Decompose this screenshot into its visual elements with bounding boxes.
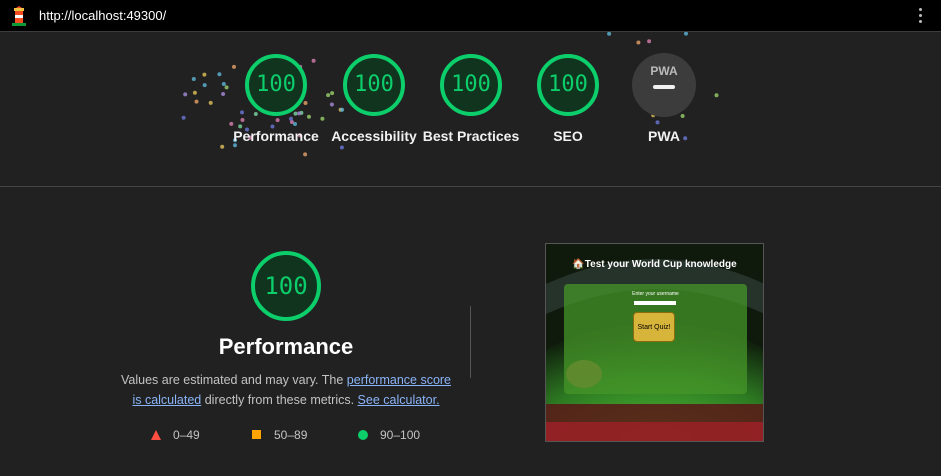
gauge-label-performance: Performance	[233, 128, 319, 144]
performance-description: Values are estimated and may vary. The p…	[116, 370, 456, 410]
confetti-dot	[202, 83, 207, 88]
confetti-dot	[647, 39, 652, 44]
confetti-dot	[240, 118, 245, 122]
performance-gauge-large: 100	[249, 249, 323, 323]
gauge-pwa[interactable]: PWA	[631, 52, 697, 118]
gauge-performance[interactable]: 100	[243, 52, 309, 118]
legend-pass: 90–100	[358, 428, 420, 442]
start-quiz-button[interactable]: Start Quiz!	[633, 312, 675, 342]
triangle-icon	[151, 430, 161, 440]
more-options-icon[interactable]	[917, 8, 923, 24]
confetti-dot	[232, 64, 236, 69]
square-icon	[252, 430, 261, 439]
legend-average: 50–89	[252, 428, 307, 442]
final-screenshot[interactable]: 🏠Test your World Cup knowledge Enter you…	[545, 243, 764, 442]
confetti-dot	[275, 118, 280, 123]
section-divider	[0, 186, 941, 187]
description-text: directly from these metrics.	[201, 393, 358, 407]
confetti-dot	[655, 120, 660, 125]
confetti-dot	[191, 77, 196, 81]
confetti-dot	[311, 58, 316, 63]
vertical-divider	[470, 306, 471, 378]
confetti-dot	[326, 93, 331, 98]
username-input[interactable]	[634, 301, 676, 305]
confetti-dot	[202, 72, 207, 77]
confetti-dot	[330, 91, 335, 96]
confetti-dot	[224, 85, 229, 90]
username-label: Enter your username	[632, 291, 679, 297]
gauge-score: 100	[256, 72, 296, 97]
circle-icon	[358, 430, 368, 440]
confetti-dot	[684, 32, 688, 36]
confetti-dot	[181, 115, 186, 120]
confetti-dot	[221, 92, 226, 96]
confetti-dot	[320, 116, 325, 121]
confetti-dot	[183, 92, 188, 97]
gauge-score: 100	[451, 72, 491, 97]
url-text[interactable]: http://localhost:49300/	[39, 8, 166, 23]
gauge-score: 100	[548, 72, 588, 97]
legend-fail: 0–49	[151, 428, 200, 442]
lighthouse-logo-icon	[12, 6, 26, 26]
gauge-label-pwa: PWA	[648, 128, 680, 144]
confetti-dot	[329, 102, 334, 107]
gauge-best-practices[interactable]: 100	[438, 52, 504, 118]
see-calculator-link[interactable]: See calculator.	[358, 393, 440, 407]
pwa-badge-text: PWA	[650, 64, 678, 78]
pwa-badge-icon: PWA	[632, 53, 696, 117]
legend-range: 0–49	[173, 428, 200, 442]
gauge-label-accessibility: Accessibility	[331, 128, 417, 144]
confetti-dot	[221, 82, 226, 86]
gauge-score: 100	[354, 72, 394, 97]
gauge-label-best-practices: Best Practices	[422, 128, 520, 144]
confetti-dot	[607, 32, 612, 36]
confetti-dot	[208, 100, 213, 105]
quiz-panel: Enter your username Start Quiz!	[564, 284, 747, 394]
confetti-dot	[194, 99, 199, 104]
gauge-seo[interactable]: 100	[535, 52, 601, 118]
performance-score: 100	[264, 272, 308, 300]
browser-top-bar: http://localhost:49300/	[0, 0, 941, 32]
quiz-title: 🏠Test your World Cup knowledge	[572, 259, 737, 270]
confetti-dot	[303, 152, 308, 157]
confetti-dot	[217, 72, 222, 77]
confetti-dot	[339, 145, 344, 150]
confetti-dot	[192, 90, 197, 95]
description-text: Values are estimated and may vary. The	[120, 373, 347, 387]
confetti-dot	[714, 93, 719, 98]
legend-range: 50–89	[274, 428, 308, 442]
performance-title: Performance	[218, 334, 354, 359]
gauge-label-seo: SEO	[553, 128, 583, 144]
gauge-accessibility[interactable]: 100	[341, 52, 407, 118]
confetti-dot	[636, 40, 641, 45]
legend-range: 90–100	[380, 428, 421, 442]
